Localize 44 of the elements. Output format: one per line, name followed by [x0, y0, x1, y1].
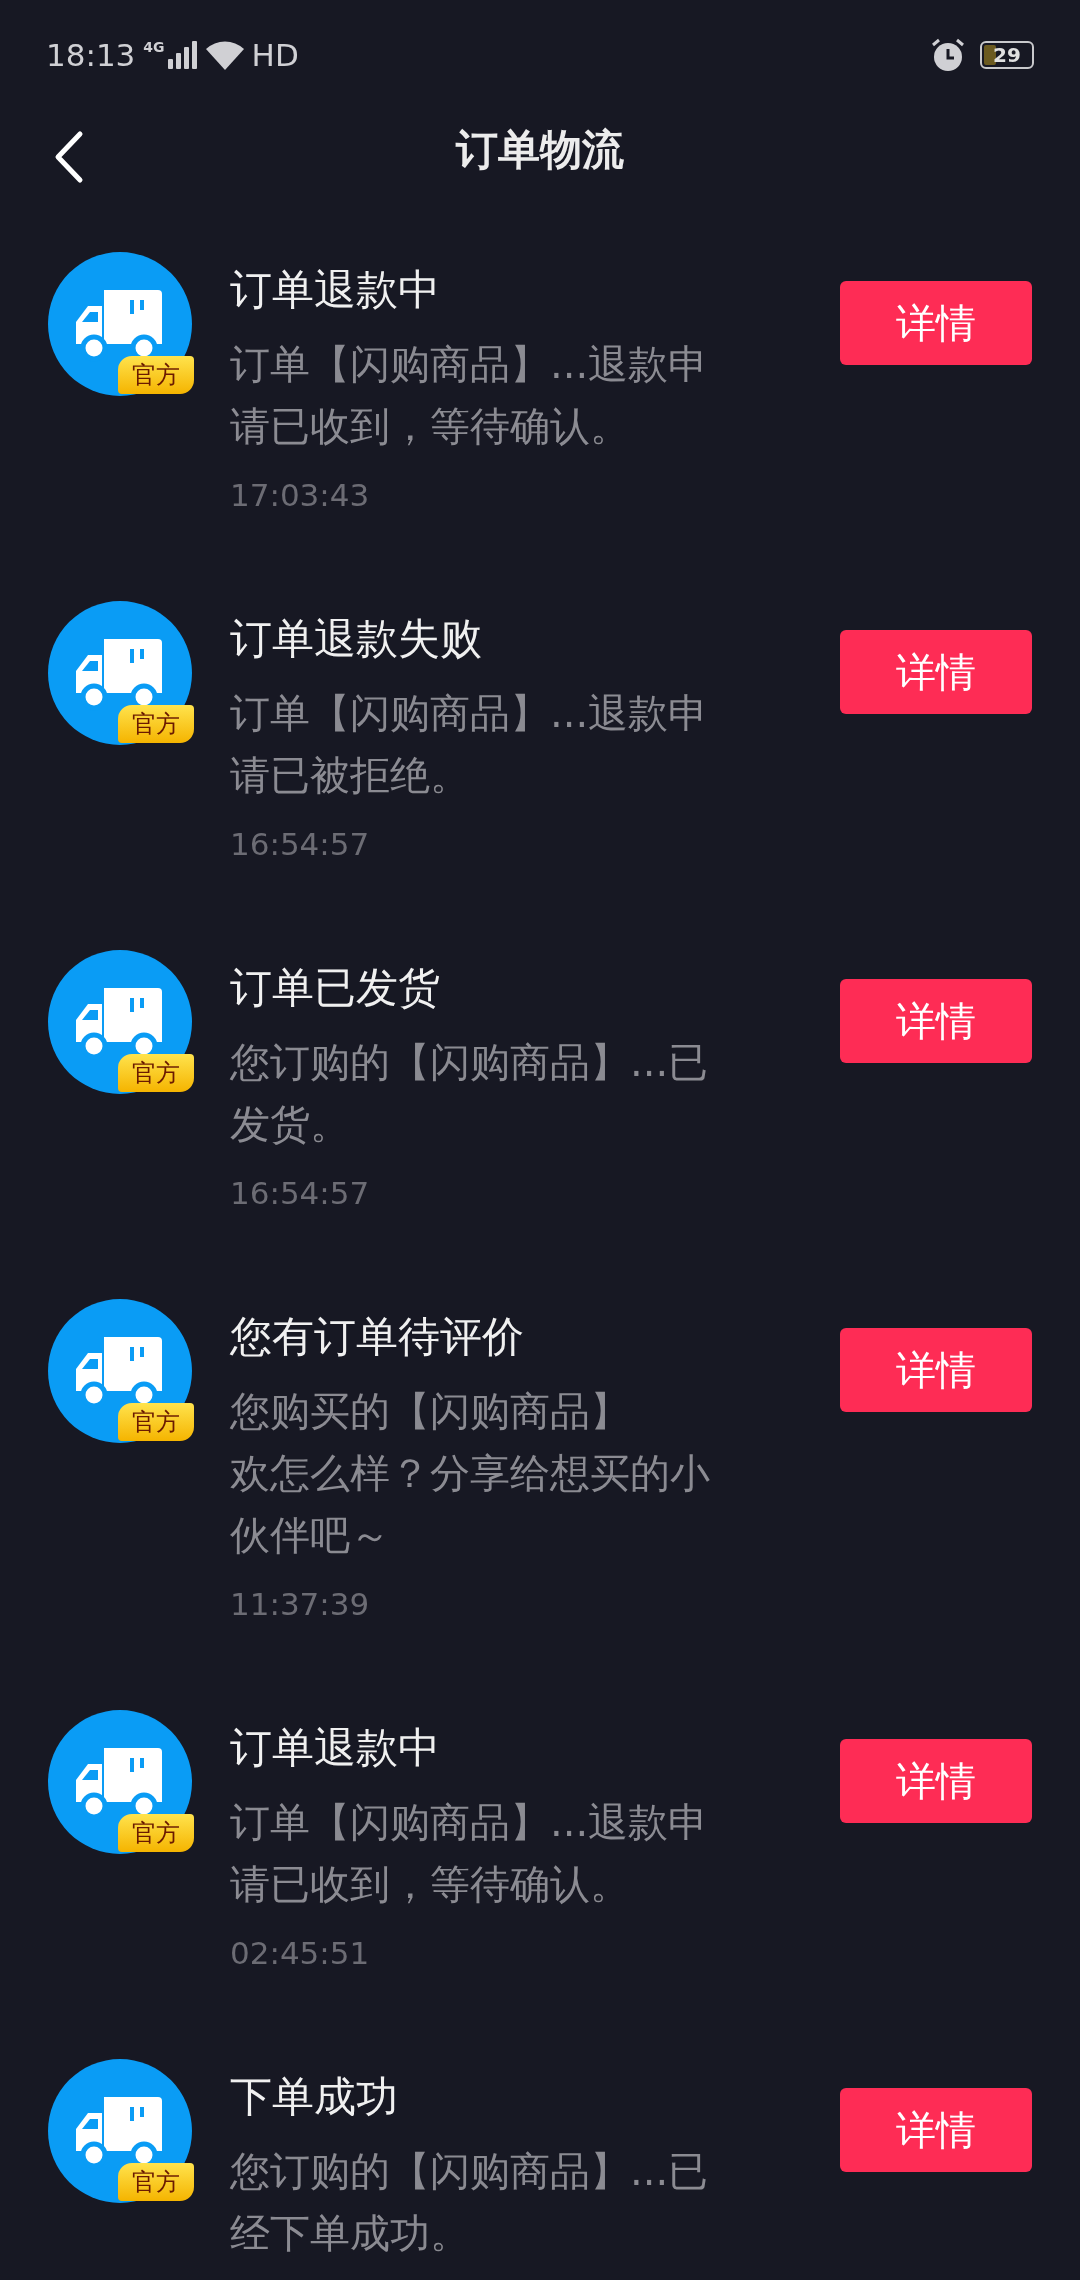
message-time: 02:45:51	[230, 1934, 371, 1973]
message-time: 11:37:39	[230, 1585, 371, 1624]
message-text: 伙伴吧～	[230, 1511, 391, 1560]
message-text: 请已收到，等待确认。	[230, 402, 631, 451]
details-button[interactable]: 详情	[840, 1328, 1032, 1412]
status-time: 18:13	[46, 37, 136, 73]
official-badge: 官方	[118, 1403, 194, 1441]
message-text: 您订购的【闪购商品】...已	[230, 2147, 710, 2196]
message-text: 请已被拒绝。	[230, 751, 471, 800]
message-text: 订单【闪购商品】...退款申	[230, 1798, 710, 1847]
details-button[interactable]: 详情	[840, 1739, 1032, 1823]
message-text: 您购买的【闪购商品】	[230, 1387, 631, 1436]
message-time: 17:03:43	[230, 476, 371, 515]
message-title: 订单退款中	[230, 1722, 441, 1774]
battery-icon: 29	[980, 41, 1034, 69]
alarm-icon	[930, 37, 966, 73]
page-title: 订单物流	[456, 124, 624, 176]
details-button[interactable]: 详情	[840, 630, 1032, 714]
official-badge: 官方	[118, 356, 194, 394]
details-button[interactable]: 详情	[840, 2088, 1032, 2172]
official-badge: 官方	[118, 2163, 194, 2201]
hd-label: HD	[251, 37, 299, 73]
wifi-icon	[205, 40, 244, 70]
message-text: 经下单成功。	[230, 2209, 471, 2258]
network-type: 4G	[143, 39, 165, 55]
message-title: 订单已发货	[230, 962, 441, 1014]
message-time: 16:54:57	[230, 1174, 371, 1213]
details-button[interactable]: 详情	[840, 281, 1032, 365]
signal-icon	[167, 41, 198, 69]
details-button[interactable]: 详情	[840, 979, 1032, 1063]
official-badge: 官方	[118, 1054, 194, 1092]
message-text: 订单【闪购商品】...退款申	[230, 340, 710, 389]
message-text: 请已收到，等待确认。	[230, 1860, 631, 1909]
message-title: 您有订单待评价	[230, 1311, 525, 1363]
official-badge: 官方	[118, 1814, 194, 1852]
message-text: 欢怎么样？分享给想买的小	[230, 1449, 711, 1498]
official-badge: 官方	[118, 705, 194, 743]
message-title: 订单退款中	[230, 264, 441, 316]
message-title: 订单退款失败	[230, 613, 483, 665]
message-title: 下单成功	[230, 2071, 399, 2123]
message-text: 订单【闪购商品】...退款申	[230, 689, 710, 738]
message-time: 16:54:57	[230, 825, 371, 864]
message-text: 您订购的【闪购商品】...已	[230, 1038, 710, 1087]
message-text: 发货。	[230, 1100, 351, 1149]
